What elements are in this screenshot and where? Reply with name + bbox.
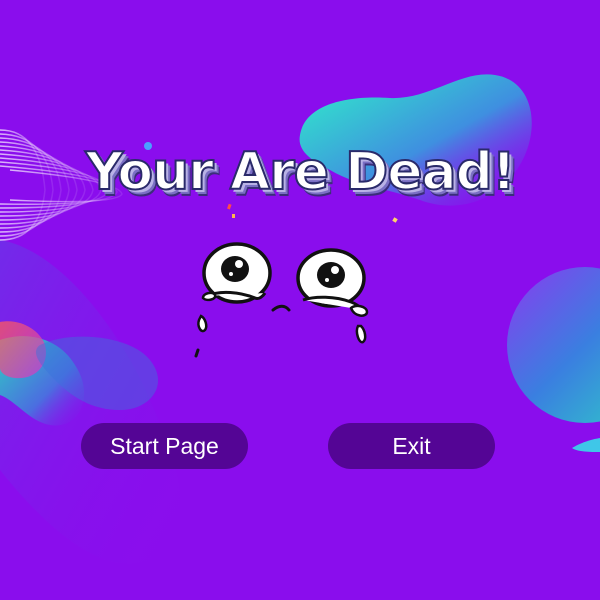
mouth-icon — [271, 304, 291, 312]
crying-face-icon — [194, 242, 369, 358]
right-eye-icon — [296, 248, 369, 344]
game-over-screen: Your Are Dead! Start Page Exit — [0, 0, 600, 600]
left-eye-icon — [194, 242, 272, 358]
exit-button[interactable]: Exit — [328, 423, 495, 469]
start-page-button[interactable]: Start Page — [81, 423, 248, 469]
game-over-title: Your Are Dead! — [84, 141, 516, 203]
